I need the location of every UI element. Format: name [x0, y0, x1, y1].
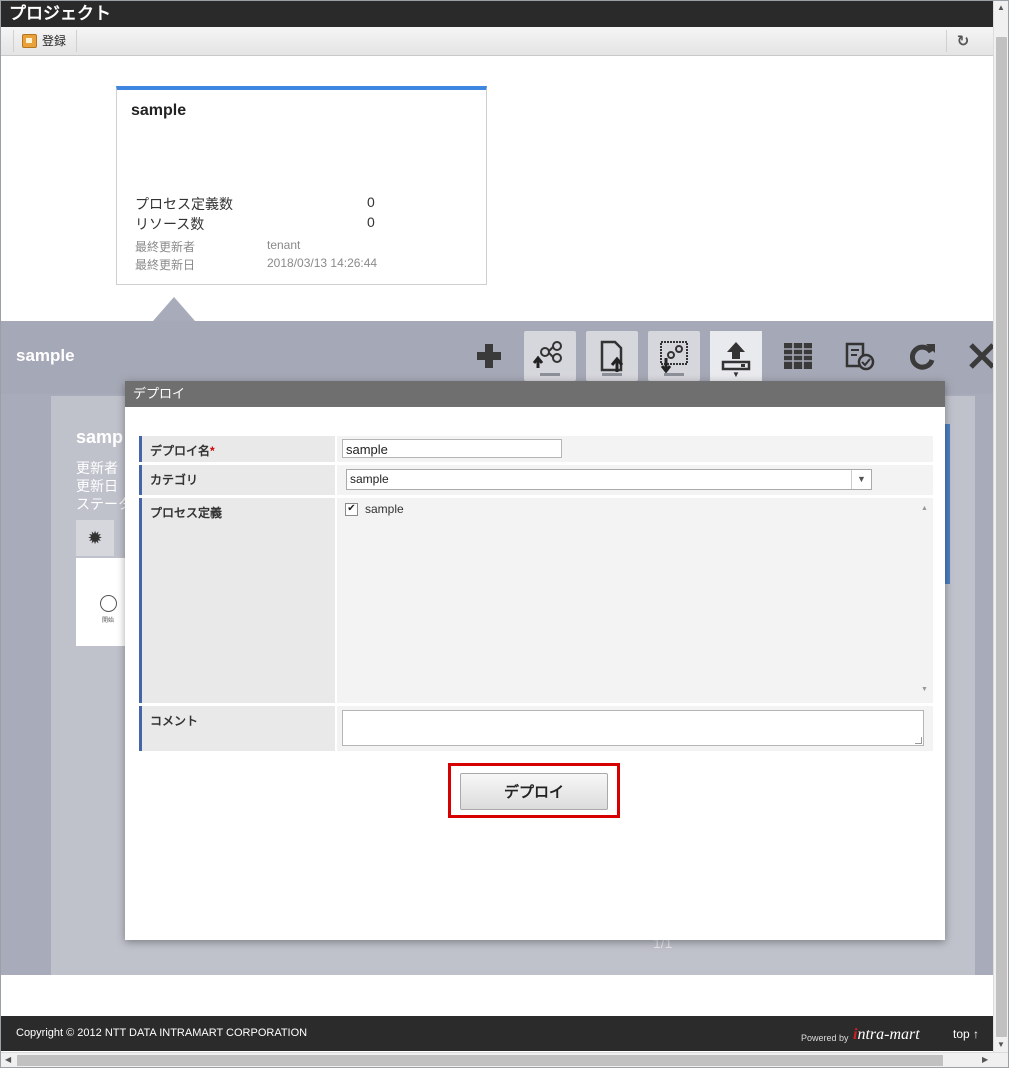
deploy-tool-button[interactable]: ▼ [710, 331, 762, 381]
flow-icon [533, 341, 562, 368]
register-label: 登録 [42, 34, 67, 48]
process-def-count: 0 [367, 194, 375, 210]
process-def-count-label: プロセス定義数 [135, 196, 233, 212]
category-select-value: sample [350, 472, 389, 486]
vertical-scroll-thumb[interactable] [996, 37, 1007, 1037]
category-row: カテゴリ sample ▼ [139, 465, 933, 495]
resize-handle-icon [915, 737, 922, 744]
deploy-button[interactable]: デプロイ [460, 773, 608, 810]
refresh-icon [909, 344, 935, 370]
last-updater: tenant [267, 238, 301, 252]
plus-icon [477, 344, 501, 368]
last-updated-label: 最終更新日 [135, 258, 196, 272]
comment-row: コメント [139, 706, 933, 751]
copyright: Copyright © 2012 NTT DATA INTRAMART CORP… [16, 1027, 308, 1039]
process-def-item-label: sample [365, 502, 404, 516]
bg-updater-label: 更新者 [76, 460, 118, 476]
start-node [100, 595, 117, 612]
register-button[interactable]: 登録 [13, 30, 78, 52]
horizontal-scrollbar[interactable]: ◀ ▶ [1, 1052, 1008, 1067]
reload-button[interactable] [896, 331, 948, 381]
detail-panel-title: sample [16, 346, 75, 365]
top-link[interactable]: top ↑ [953, 1027, 979, 1041]
vertical-scrollbar[interactable]: ▲ ▼ [993, 1, 1008, 1052]
deploy-name-row: デプロイ名* sample [139, 436, 933, 462]
category-label: カテゴリ [139, 465, 335, 495]
scroll-up-icon[interactable]: ▲ [997, 3, 1005, 12]
scroll-up-icon: ▲ [921, 505, 928, 512]
comment-textarea[interactable] [342, 710, 924, 746]
scroll-down-icon[interactable]: ▼ [997, 1040, 1005, 1049]
add-button[interactable] [463, 331, 515, 381]
project-card-title: sample [131, 102, 187, 119]
toolbar: 登録 ↻ [1, 27, 993, 56]
resource-count-label: リソース数 [135, 216, 205, 232]
review-icon [845, 342, 875, 371]
process-def-row: プロセス定義 ✔ sample ▲ ▼ [139, 498, 933, 703]
start-node-label: 開始 [102, 618, 115, 624]
table-icon [784, 343, 812, 369]
gear-icon: ✹ [87, 527, 103, 548]
process-def-checkbox[interactable]: ✔ [345, 503, 358, 516]
bg-status-label: ステータ [76, 496, 132, 512]
category-select[interactable]: sample ▼ [346, 469, 872, 490]
required-mark: * [210, 444, 215, 458]
settings-tab[interactable]: ✹ [76, 520, 114, 556]
page-title: プロジェクト [1, 1, 993, 27]
file-upload-button[interactable] [586, 331, 638, 381]
deploy-button-highlight: デプロイ [448, 763, 620, 818]
bg-project-title: samp [76, 427, 124, 447]
chevron-down-icon: ▼ [851, 470, 871, 489]
diagram-download-button[interactable] [648, 331, 700, 381]
process-def-label: プロセス定義 [139, 498, 335, 703]
deploy-dialog-title: デプロイ [125, 381, 945, 407]
intra-mart-logo: intra-mart [853, 1026, 920, 1043]
process-def-scrollbar[interactable]: ▲ ▼ [920, 503, 930, 693]
file-upload-icon [600, 340, 624, 372]
comment-label: コメント [139, 706, 335, 751]
browser-frame: プロジェクト 登録 ↻ sample プロセス定義数 0 リソース数 0 最終更… [0, 0, 1009, 1068]
horizontal-scroll-thumb[interactable] [17, 1055, 943, 1066]
deploy-dialog: デプロイ デプロイ名* sample カテゴリ sample ▼ プロセス定義 [125, 381, 945, 940]
resource-count: 0 [367, 214, 375, 230]
scroll-down-icon: ▼ [921, 686, 928, 693]
deploy-name-input[interactable]: sample [342, 439, 562, 458]
scroll-right-icon[interactable]: ▶ [982, 1055, 988, 1064]
deploy-name-label: デプロイ名* [139, 436, 335, 462]
last-updater-label: 最終更新者 [135, 240, 196, 254]
bg-updated-label: 更新日 [76, 478, 118, 494]
register-icon [22, 34, 37, 48]
last-updated: 2018/03/13 14:26:44 [267, 256, 378, 270]
scroll-left-icon[interactable]: ◀ [5, 1055, 11, 1064]
refresh-icon: ↻ [956, 33, 970, 50]
table-button[interactable] [772, 331, 824, 381]
project-card[interactable]: sample プロセス定義数 0 リソース数 0 最終更新者 tenant 最終… [116, 86, 487, 285]
powered-by: Powered by [801, 1033, 849, 1043]
refresh-button[interactable]: ↻ [946, 30, 979, 52]
card-pointer [153, 297, 195, 321]
deploy-icon [721, 342, 751, 371]
diagram-download-icon [660, 341, 688, 373]
footer: Copyright © 2012 NTT DATA INTRAMART CORP… [1, 1016, 993, 1051]
review-button[interactable] [834, 331, 886, 381]
flow-button[interactable] [524, 331, 576, 381]
